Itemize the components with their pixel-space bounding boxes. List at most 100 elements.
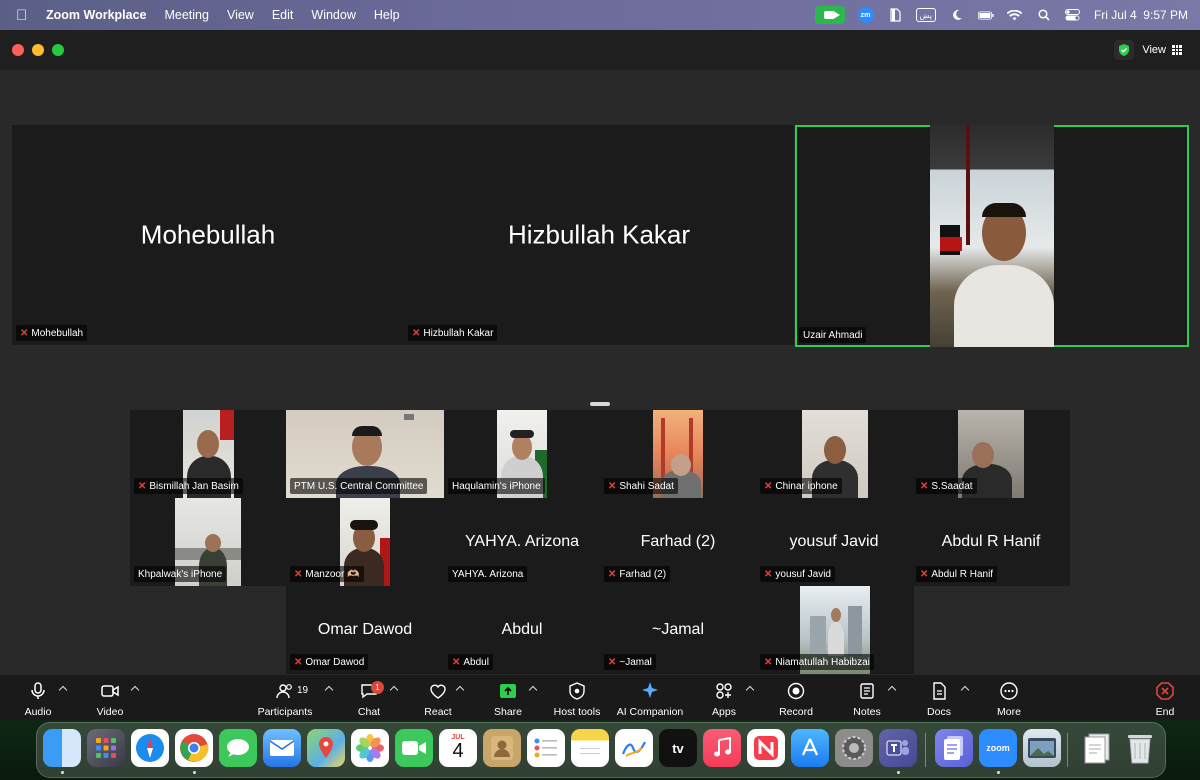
notes-menubar-icon[interactable] — [887, 8, 903, 22]
finder-icon[interactable] — [43, 729, 81, 767]
record-button[interactable]: Record — [776, 675, 816, 720]
participants-button[interactable]: 19 Participants — [252, 675, 318, 720]
end-meeting-button[interactable]: End — [1148, 675, 1182, 720]
microsoft-teams-icon[interactable] — [879, 729, 917, 767]
gallery-resize-handle[interactable] — [590, 402, 610, 406]
control-center-icon[interactable] — [1065, 8, 1081, 22]
chrome-icon[interactable] — [175, 729, 213, 767]
window-fullscreen-button[interactable] — [52, 44, 64, 56]
end-icon — [1153, 679, 1177, 703]
participant-label-text: Hizbullah Kakar — [423, 327, 494, 339]
video-tile-hizbullah-kakar[interactable]: Hizbullah Kakar ✕ Hizbullah Kakar — [404, 125, 794, 345]
zoom-menubar-icon[interactable]: zm — [857, 7, 874, 23]
menu-meeting[interactable]: Meeting — [164, 8, 208, 22]
trash-icon[interactable] — [1121, 729, 1159, 767]
share-label: Share — [493, 706, 523, 718]
system-settings-icon[interactable] — [835, 729, 873, 767]
wifi-icon[interactable] — [1007, 8, 1023, 22]
react-options-caret[interactable] — [457, 684, 465, 692]
docs-button[interactable]: Docs — [922, 675, 956, 720]
contacts-icon[interactable] — [483, 729, 521, 767]
notes-label: Notes — [853, 706, 881, 718]
downloads-stack-icon[interactable] — [1079, 729, 1117, 767]
video-tile-shahi-sadat[interactable]: ✕ Shahi Sadat — [600, 410, 756, 498]
share-options-caret[interactable] — [530, 684, 538, 692]
photos-icon[interactable] — [351, 729, 389, 767]
apps-options-caret[interactable] — [747, 684, 755, 692]
video-tile-ptm-us-central-committee[interactable]: PTM U.S. Central Committee — [286, 410, 444, 498]
apple-icon[interactable]:  — [16, 7, 32, 24]
apps-label: Apps — [712, 706, 736, 718]
video-button[interactable]: Video — [90, 675, 130, 720]
news-icon[interactable] — [747, 729, 785, 767]
docs-options-caret[interactable] — [962, 684, 970, 692]
focus-moon-icon[interactable] — [949, 8, 965, 22]
video-tile-omar-dawod[interactable]: Omar Dawod ✕ Omar Dawod — [286, 586, 444, 674]
zoom-app-icon[interactable]: zoom — [979, 729, 1017, 767]
video-tile-yousuf-javid[interactable]: yousuf Javid ✕ yousuf Javid — [756, 498, 912, 586]
chat-button[interactable]: 1 Chat — [352, 675, 386, 720]
video-tile-haqulamin-iphone[interactable]: Haqulamin's iPhone — [444, 410, 600, 498]
menu-help[interactable]: Help — [374, 8, 400, 22]
mic-muted-icon: ✕ — [920, 480, 929, 492]
menu-app-name[interactable]: Zoom Workplace — [46, 8, 146, 22]
view-layout-button[interactable]: View — [1134, 39, 1190, 61]
video-tile-bismillah-jan-basim[interactable]: ✕ Bismillah Jan Basim — [130, 410, 286, 498]
zoom-meeting-status-icon[interactable] — [814, 6, 845, 24]
video-tile-jamal[interactable]: ~Jamal ✕ ~Jamal — [600, 586, 756, 674]
notes-app-icon[interactable] — [571, 729, 609, 767]
apps-button[interactable]: Apps — [706, 675, 742, 720]
menubar-clock[interactable]: Fri Jul 4 9:57 PM — [1094, 8, 1188, 22]
docs-icon — [927, 679, 951, 703]
macos-dock: JUL 4 tv zoom — [36, 722, 1166, 778]
safari-icon[interactable] — [131, 729, 169, 767]
document-viewer-icon[interactable] — [935, 729, 973, 767]
video-tile-chinar-iphone[interactable]: ✕ Chinar iphone — [756, 410, 912, 498]
menu-edit[interactable]: Edit — [272, 8, 294, 22]
share-button[interactable]: Share — [490, 675, 526, 720]
video-options-caret[interactable] — [132, 684, 140, 692]
host-tools-button[interactable]: Host tools — [552, 675, 602, 720]
battery-icon[interactable] — [977, 8, 994, 22]
video-tile-niamatullah-habibzai[interactable]: ✕ Niamatullah Habibzai — [756, 586, 914, 674]
video-tile-manzoor[interactable]: ✕ Manzoor 🫶🏼 — [286, 498, 444, 586]
audio-button[interactable]: Audio — [18, 675, 58, 720]
apple-tv-icon[interactable]: tv — [659, 729, 697, 767]
chat-options-caret[interactable] — [391, 684, 399, 692]
messages-icon[interactable] — [219, 729, 257, 767]
audio-options-caret[interactable] — [60, 684, 68, 692]
video-tile-abdul-r-hanif[interactable]: Abdul R Hanif ✕ Abdul R Hanif — [912, 498, 1070, 586]
facetime-icon[interactable] — [395, 729, 433, 767]
encryption-shield-icon[interactable] — [1114, 40, 1134, 60]
video-tile-farhad-2[interactable]: Farhad (2) ✕ Farhad (2) — [600, 498, 756, 586]
calendar-icon[interactable]: JUL 4 — [439, 729, 477, 767]
mail-icon[interactable] — [263, 729, 301, 767]
video-tile-s-saadat[interactable]: ✕ S.Saadat — [912, 410, 1070, 498]
more-button[interactable]: More — [992, 675, 1026, 720]
window-close-button[interactable] — [12, 44, 24, 56]
reminders-icon[interactable] — [527, 729, 565, 767]
react-button[interactable]: React — [420, 675, 456, 720]
input-source-indicator[interactable]: پښ — [915, 8, 936, 22]
video-camera-icon — [98, 679, 122, 703]
spotlight-search-icon[interactable] — [1036, 8, 1052, 22]
app-store-icon[interactable] — [791, 729, 829, 767]
ai-companion-button[interactable]: AI Companion — [616, 675, 684, 720]
window-minimize-button[interactable] — [32, 44, 44, 56]
preview-window-icon[interactable] — [1023, 729, 1061, 767]
launchpad-icon[interactable] — [87, 729, 125, 767]
notes-button[interactable]: Notes — [850, 675, 884, 720]
menu-window[interactable]: Window — [311, 8, 355, 22]
video-tile-khpalwak-iphone[interactable]: Khpalwak's iPhone — [130, 498, 286, 586]
participants-options-caret[interactable] — [326, 684, 334, 692]
maps-icon[interactable] — [307, 729, 345, 767]
freeform-icon[interactable] — [615, 729, 653, 767]
music-icon[interactable] — [703, 729, 741, 767]
video-tile-uzair-ahmadi[interactable]: Uzair Ahmadi — [795, 125, 1189, 347]
menu-view[interactable]: View — [227, 8, 254, 22]
video-tile-yahya-arizona[interactable]: YAHYA. Arizona YAHYA. Arizona — [444, 498, 600, 586]
participant-label-text: Chinar iphone — [775, 480, 838, 492]
notes-options-caret[interactable] — [889, 684, 897, 692]
video-tile-abdul[interactable]: Abdul ✕ Abdul — [444, 586, 600, 674]
video-tile-mohebullah[interactable]: Mohebullah ✕ Mohebullah — [12, 125, 404, 345]
